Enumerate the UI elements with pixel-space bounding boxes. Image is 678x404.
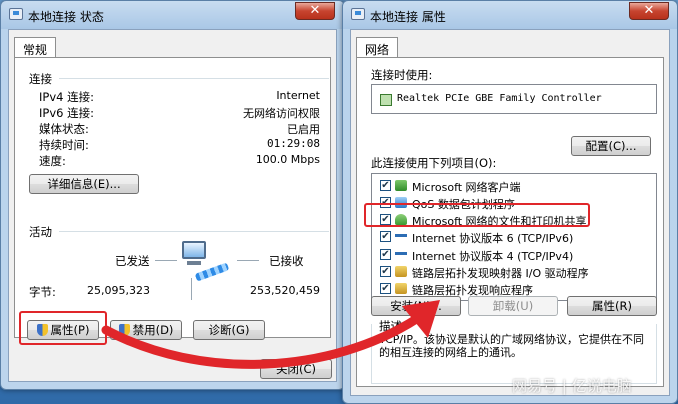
ipv4-value: Internet <box>276 89 320 102</box>
duration-value: 01:29:08 <box>267 137 320 150</box>
speed-label: 速度: <box>39 154 66 168</box>
activity-separator <box>59 231 329 232</box>
items-list[interactable]: ✔ Microsoft 网络客户端 ✔ QoS 数据包计划程序 ✔ Micros… <box>371 173 657 301</box>
items-label: 此连接使用下列项目(O): <box>371 156 497 170</box>
status-window-titlebar[interactable]: 本地连接 状态 ✕ <box>1 1 344 29</box>
computer-stand-icon <box>187 261 201 265</box>
adapter-name: Realtek PCIe GBE Family Controller <box>397 93 602 104</box>
properties-window-close-button[interactable]: ✕ <box>629 2 669 20</box>
speed-value: 100.0 Mbps <box>255 153 320 166</box>
adapter-box: Realtek PCIe GBE Family Controller <box>371 84 657 114</box>
media-state-value: 已启用 <box>287 123 320 136</box>
list-item-label: Internet 协议版本 6 (TCP/IPv6) <box>412 232 574 245</box>
item-properties-button[interactable]: 属性(R) <box>567 296 657 316</box>
bytes-divider <box>191 278 192 300</box>
connect-using-label: 连接时使用: <box>371 68 433 82</box>
watermark: 网易号 | 亿说电脑 <box>512 377 632 395</box>
ipv6-value: 无网络访问权限 <box>243 107 320 120</box>
media-state-label: 媒体状态: <box>39 122 89 136</box>
close-button[interactable]: 关闭(C) <box>260 359 332 379</box>
properties-window-titlebar[interactable]: 本地连接 属性 ✕ <box>343 1 677 29</box>
bytes-sent-value: 25,095,323 <box>87 284 150 297</box>
status-window-close-button[interactable]: ✕ <box>295 2 335 20</box>
network-cable-icon <box>194 262 230 282</box>
uninstall-button[interactable]: 卸载(U) <box>468 296 558 316</box>
network-connection-icon <box>9 8 23 20</box>
sent-label: 已发送 <box>115 254 150 268</box>
configure-button[interactable]: 配置(C)... <box>571 136 651 156</box>
sent-line <box>155 260 177 261</box>
properties-window-title: 本地连接 属性 <box>370 10 446 24</box>
ipv4-label: IPv4 连接: <box>39 90 94 104</box>
general-panel: 连接 IPv4 连接: Internet IPv6 连接: 无网络访问权限 媒体… <box>14 57 331 340</box>
network-client-icon <box>395 180 407 191</box>
network-connection-icon <box>351 8 365 20</box>
duration-label: 持续时间: <box>39 138 89 152</box>
diagnose-button[interactable]: 诊断(G) <box>193 320 265 340</box>
description-text: TCP/IP。该协议是默认的广域网络协议，它提供在不同的相互连接的网络上的通讯。 <box>379 333 644 359</box>
protocol-icon <box>395 234 407 237</box>
bytes-label: 字节: <box>29 285 56 299</box>
disable-button-label: 禁用(D) <box>132 323 174 337</box>
details-button[interactable]: 详细信息(E)... <box>29 174 139 194</box>
network-adapter-icon <box>380 94 392 106</box>
bytes-received-value: 253,520,459 <box>250 284 320 297</box>
list-item-label: Internet 协议版本 4 (TCP/IPv4) <box>412 250 574 263</box>
properties-window: 本地连接 属性 ✕ 网络 连接时使用: Realtek PCIe GBE Fam… <box>342 0 678 404</box>
checkbox[interactable]: ✔ <box>380 283 391 294</box>
checkbox[interactable]: ✔ <box>380 180 391 191</box>
shield-icon <box>118 324 130 336</box>
computer-icon <box>182 241 206 259</box>
install-button[interactable]: 安装(N)... <box>371 296 461 316</box>
tab-general[interactable]: 常规 <box>14 37 57 58</box>
received-line <box>237 260 259 261</box>
connection-section-label: 连接 <box>29 72 52 86</box>
link-layer-icon <box>395 266 407 277</box>
checkbox[interactable]: ✔ <box>380 249 391 260</box>
checkbox[interactable]: ✔ <box>380 231 391 242</box>
properties-button-highlight <box>19 311 107 345</box>
ipv4-item-highlight <box>364 203 590 227</box>
link-layer-icon <box>395 283 407 294</box>
status-window: 本地连接 状态 ✕ 常规 连接 IPv4 连接: Internet IPv6 连… <box>0 0 345 390</box>
received-label: 已接收 <box>269 254 304 268</box>
list-item-label: 链路层拓扑发现映射器 I/O 驱动程序 <box>412 267 589 280</box>
ipv6-label: IPv6 连接: <box>39 106 94 120</box>
checkbox[interactable]: ✔ <box>380 266 391 277</box>
list-item-label: Microsoft 网络客户端 <box>412 181 521 194</box>
tab-network[interactable]: 网络 <box>356 37 399 58</box>
connection-separator <box>59 78 329 79</box>
status-window-title: 本地连接 状态 <box>28 10 104 24</box>
activity-section-label: 活动 <box>29 225 52 239</box>
disable-button[interactable]: 禁用(D) <box>110 320 182 340</box>
protocol-icon <box>395 252 407 255</box>
